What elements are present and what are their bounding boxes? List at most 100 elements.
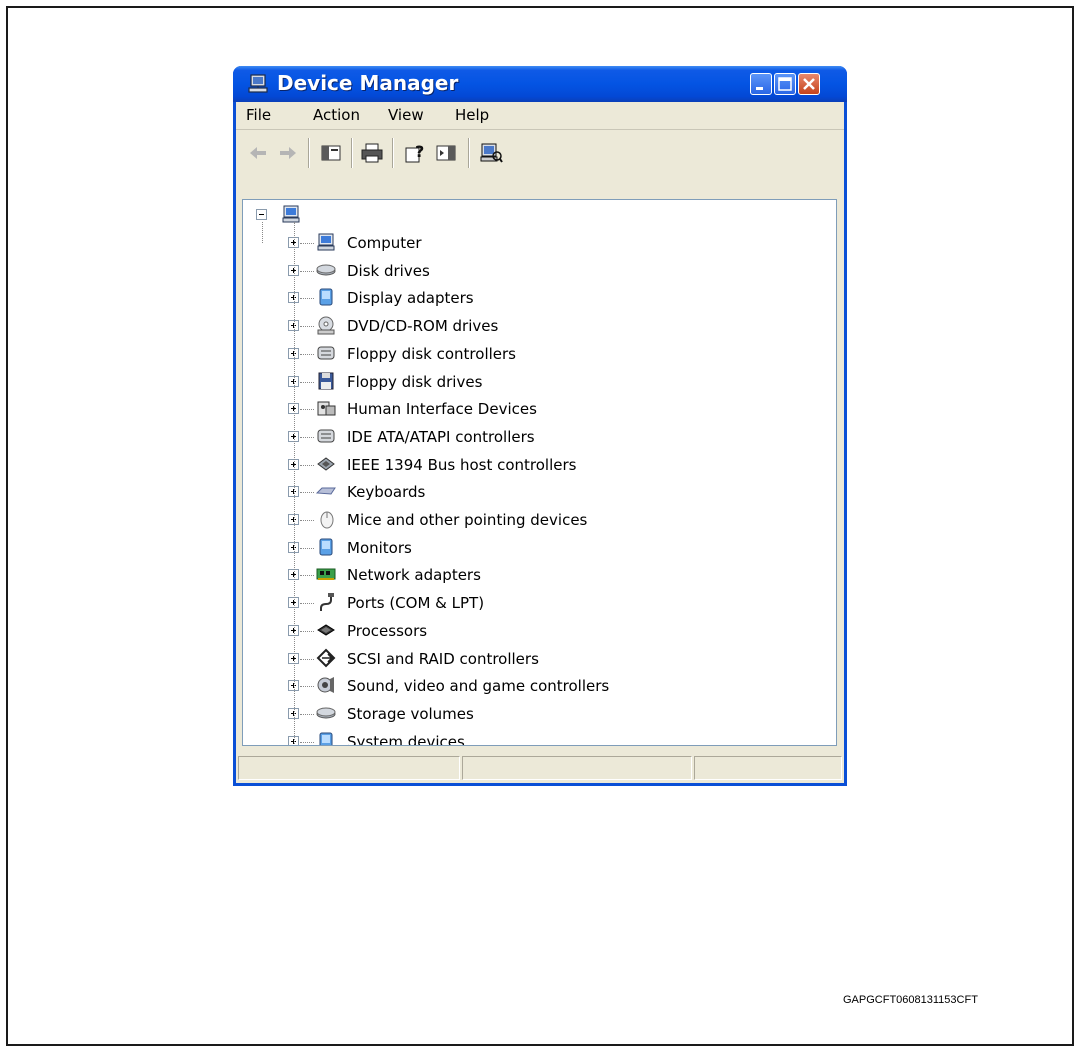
monitor-icon xyxy=(319,538,333,556)
display-adapter-icon xyxy=(319,288,333,306)
sound-icon xyxy=(317,677,334,694)
help-icon[interactable]: ? xyxy=(403,142,427,164)
tree-category[interactable]: Display adapters xyxy=(243,287,803,309)
menu-file[interactable]: File xyxy=(246,106,271,124)
toolbar-separator xyxy=(351,138,353,168)
tree-category[interactable]: Processors xyxy=(243,620,803,642)
tree-category[interactable]: Ports (COM & LPT) xyxy=(243,592,803,614)
disk-drive-icon xyxy=(316,264,336,276)
tree-category-label: Floppy disk drives xyxy=(347,372,483,391)
tree-category-label: Monitors xyxy=(347,538,412,557)
tree-connector xyxy=(300,409,314,411)
print-icon[interactable] xyxy=(360,142,384,164)
tree-category-label: Processors xyxy=(347,621,428,640)
toolbar-separator xyxy=(392,138,394,168)
tree-category[interactable]: Computer xyxy=(243,232,803,254)
storage-volume-icon xyxy=(316,707,336,719)
hid-icon xyxy=(317,401,336,416)
tree-category[interactable]: Mice and other pointing devices xyxy=(243,509,803,531)
tree-category-label: System devices xyxy=(347,732,465,746)
tree-category[interactable]: Floppy disk drives xyxy=(243,371,803,393)
dvd-drive-icon xyxy=(317,316,335,335)
tree-connector xyxy=(300,270,314,272)
tree-category-label: Display adapters xyxy=(347,289,474,308)
tree-category-label: Network adapters xyxy=(347,566,481,585)
processor-icon xyxy=(317,624,335,636)
tree-category[interactable]: Human Interface Devices xyxy=(243,398,803,420)
status-cell xyxy=(238,756,460,780)
tree-category[interactable]: Monitors xyxy=(243,537,803,559)
tree-connector xyxy=(300,520,314,521)
minimize-icon xyxy=(756,87,763,90)
port-icon xyxy=(320,593,334,612)
computer-icon xyxy=(282,205,300,223)
tree-category[interactable]: Network adapters xyxy=(243,564,803,586)
status-cell xyxy=(462,756,692,780)
tree-category[interactable]: IDE ATA/ATAPI controllers xyxy=(243,426,803,448)
properties-icon[interactable] xyxy=(434,142,458,164)
tree-category[interactable]: System devices xyxy=(243,731,803,746)
tree-category-label: Mice and other pointing devices xyxy=(347,511,588,529)
mouse-icon xyxy=(320,511,334,529)
menu-view[interactable]: View xyxy=(388,106,424,124)
computer-icon xyxy=(248,74,268,93)
tree-connector xyxy=(300,464,314,466)
tree-category[interactable]: Sound, video and game controllers xyxy=(243,675,803,697)
tree-connector xyxy=(300,436,314,438)
maximize-button[interactable] xyxy=(774,73,796,95)
device-tree: Computer Disk drives Display adapters DVD/C… xyxy=(242,199,837,746)
tree-connector xyxy=(300,547,314,549)
tree-category-label: SCSI and RAID controllers xyxy=(347,649,539,668)
tree-category-label: Sound, video and game controllers xyxy=(347,677,610,696)
figure-caption: GAPGCFT0608131153CFT xyxy=(843,994,978,1006)
close-button[interactable] xyxy=(798,73,820,95)
tree-connector xyxy=(300,686,314,688)
status-cell xyxy=(694,756,842,780)
tree-connector xyxy=(300,353,314,355)
tree-category-label: Computer xyxy=(347,234,422,252)
tree-category-label: Keyboards xyxy=(347,483,426,502)
system-device-icon xyxy=(319,732,333,745)
tree-category-label: Floppy disk controllers xyxy=(347,344,516,363)
tree-connector xyxy=(262,222,263,243)
svg-text:?: ? xyxy=(415,142,424,161)
network-adapter-icon xyxy=(316,568,336,581)
title-bar[interactable]: Device Manager xyxy=(233,66,847,102)
show-hide-console-tree-icon[interactable] xyxy=(319,142,343,164)
ide-controller-icon xyxy=(317,429,335,443)
maximize-icon xyxy=(778,77,792,91)
tree-category[interactable]: IEEE 1394 Bus host controllers xyxy=(243,454,803,476)
keyboard-icon xyxy=(316,487,336,495)
tree-category[interactable]: Disk drives xyxy=(243,260,803,282)
tree-category-label: Human Interface Devices xyxy=(347,400,537,419)
menu-help[interactable]: Help xyxy=(455,106,489,124)
floppy-controller-icon xyxy=(317,346,335,360)
toolbar-separator xyxy=(468,138,470,168)
tree-connector xyxy=(294,222,295,745)
collapse-toggle[interactable] xyxy=(256,209,267,220)
back-arrow-icon[interactable] xyxy=(246,142,270,164)
floppy-drive-icon xyxy=(318,372,334,389)
tree-category[interactable]: DVD/CD-ROM drives xyxy=(243,315,803,337)
tree-connector xyxy=(300,630,314,632)
tree-connector xyxy=(300,381,314,383)
status-bar xyxy=(236,754,844,783)
tree-category-label: IDE ATA/ATAPI controllers xyxy=(347,427,535,446)
tree-category[interactable]: Keyboards xyxy=(243,481,803,503)
tree-category[interactable]: Floppy disk controllers xyxy=(243,343,803,365)
tree-category-label: Disk drives xyxy=(347,261,430,280)
tree-connector xyxy=(300,298,314,300)
forward-arrow-icon[interactable] xyxy=(276,142,300,164)
tree-connector xyxy=(300,326,314,328)
minimize-button[interactable] xyxy=(750,73,772,95)
scan-hardware-icon[interactable] xyxy=(479,142,503,164)
menu-action[interactable]: Action xyxy=(313,106,360,124)
tree-category-label: Ports (COM & LPT) xyxy=(347,594,485,613)
tree-connector xyxy=(300,658,314,660)
tree-category[interactable]: SCSI and RAID controllers xyxy=(243,648,803,670)
tree-category[interactable]: Storage volumes xyxy=(243,703,803,725)
close-icon xyxy=(803,78,815,90)
tree-connector xyxy=(300,243,314,244)
ieee1394-icon xyxy=(317,456,335,471)
tree-category-label: DVD/CD-ROM drives xyxy=(347,317,499,336)
